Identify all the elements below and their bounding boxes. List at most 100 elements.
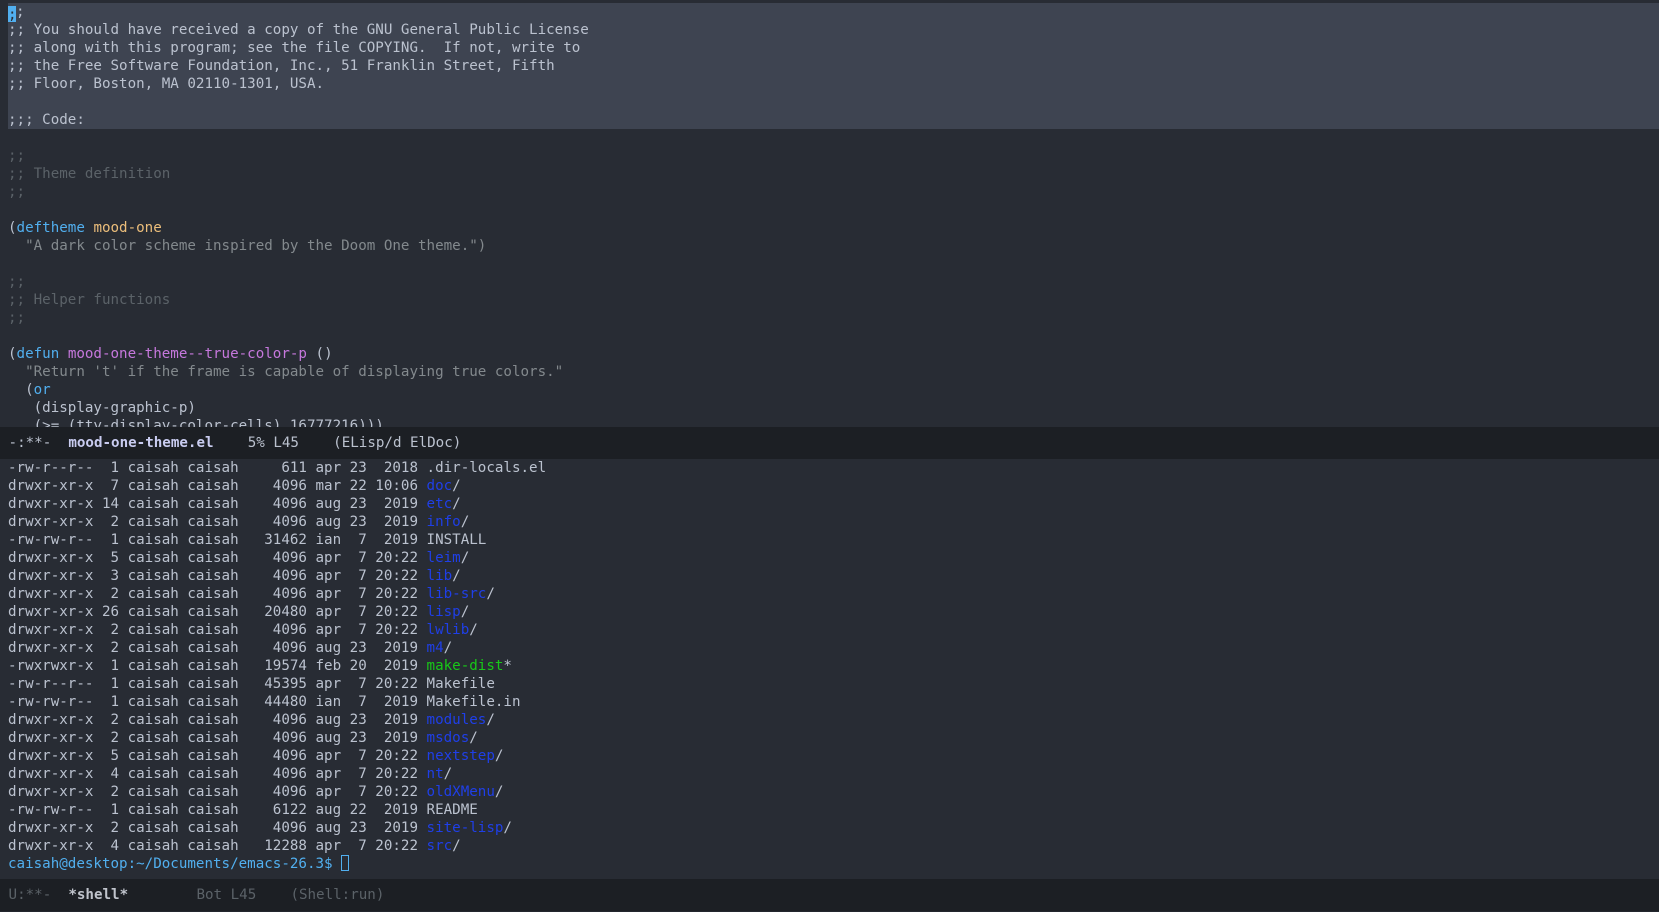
- file-type-suffix: /: [452, 568, 461, 584]
- code-line: ;;: [8, 4, 25, 23]
- modeline-buffer-name[interactable]: mood-one-theme.el: [68, 435, 213, 451]
- listing-row: drwxr-xr-x 2 caisah caisah 4096 aug 23 2…: [8, 711, 546, 729]
- listing-row: drwxr-xr-x 4 caisah caisah 4096 apr 7 20…: [8, 765, 546, 783]
- shell-prompt: caisah@desktop:~/Documents/emacs-26.3$: [8, 856, 342, 872]
- file-meta: drwxr-xr-x 14 caisah caisah 4096 aug 23 …: [8, 496, 427, 512]
- code-line: ;;: [8, 274, 26, 290]
- directory-name: lib-src: [426, 586, 487, 602]
- modeline-buffer-name[interactable]: *shell*: [68, 887, 128, 903]
- shell-window[interactable]: -rw-r--r-- 1 caisah caisah 611 apr 23 20…: [0, 459, 1659, 879]
- modeline-modes[interactable]: (Shell:run): [290, 887, 384, 903]
- code-line: "Return 't' if the frame is capable of d…: [8, 364, 564, 380]
- file-type-suffix: /: [486, 586, 495, 602]
- file-meta: drwxr-xr-x 7 caisah caisah 4096 mar 22 1…: [8, 478, 427, 494]
- listing-row: drwxr-xr-x 2 caisah caisah 4096 apr 7 20…: [8, 585, 546, 603]
- directory-name: msdos: [426, 730, 470, 746]
- code-line: (display-graphic-p): [8, 400, 196, 416]
- file-type-suffix: /: [460, 604, 470, 620]
- modeline-modes[interactable]: (ELisp/d ElDoc): [333, 435, 461, 451]
- file-meta: drwxr-xr-x 26 caisah caisah 20480 apr 7 …: [8, 604, 427, 620]
- file-meta: drwxr-xr-x 2 caisah caisah 4096 apr 7 20…: [8, 586, 427, 602]
- code-line: (or: [8, 382, 51, 398]
- directory-name: modules: [426, 712, 487, 728]
- file-meta: -rw-rw-r-- 1 caisah caisah 44480 ian 7 2…: [8, 694, 427, 710]
- listing-row: drwxr-xr-x 2 caisah caisah 4096 apr 7 20…: [8, 621, 546, 639]
- file-meta: drwxr-xr-x 2 caisah caisah 4096 aug 23 2…: [8, 640, 427, 656]
- code-line: "A dark color scheme inspired by the Doo…: [8, 238, 487, 254]
- listing-row: drwxr-xr-x 5 caisah caisah 4096 apr 7 20…: [8, 747, 546, 765]
- code-line: ;;: [8, 310, 26, 326]
- listing-row: -rwxrwxr-x 1 caisah caisah 19574 feb 20 …: [8, 657, 546, 675]
- listing-row: drwxr-xr-x 4 caisah caisah 12288 apr 7 2…: [8, 837, 546, 855]
- file-meta: drwxr-xr-x 4 caisah caisah 4096 apr 7 20…: [8, 766, 427, 782]
- region-lines: ;; You should have received a copy of th…: [8, 21, 1659, 129]
- code-line: ;;: [8, 148, 26, 164]
- file-meta: drwxr-xr-x 2 caisah caisah 4096 aug 23 2…: [8, 514, 427, 530]
- theme-name: mood-one: [93, 220, 162, 236]
- file-meta: -rw-rw-r-- 1 caisah caisah 6122 aug 22 2…: [8, 802, 427, 818]
- file-name: README: [426, 802, 478, 818]
- directory-name: oldXMenu: [426, 784, 495, 800]
- file-type-suffix: /: [469, 730, 478, 746]
- directory-name: etc: [426, 496, 453, 512]
- listing-row: drwxr-xr-x 26 caisah caisah 20480 apr 7 …: [8, 603, 546, 621]
- file-type-suffix: /: [452, 496, 461, 512]
- modeline-status: -:**-: [0, 435, 69, 451]
- directory-name: m4: [426, 640, 444, 656]
- file-name: INSTALL: [426, 532, 487, 548]
- file-type-suffix: /: [486, 712, 495, 728]
- directory-name: nt: [426, 766, 444, 782]
- code-line: (>= (tty-display-color-cells) 16777216))…: [8, 418, 384, 427]
- file-type-suffix: /: [443, 766, 453, 782]
- code-line: ;; the Free Software Foundation, Inc., 5…: [8, 58, 555, 74]
- keyword: defun: [16, 346, 60, 362]
- emacs-frame: ;; ;; You should have received a copy of…: [0, 0, 1659, 912]
- directory-name: lib: [426, 568, 453, 584]
- file-meta: drwxr-xr-x 2 caisah caisah 4096 apr 7 20…: [8, 784, 427, 800]
- function-name: mood-one-theme--true-color-p: [67, 346, 307, 362]
- listing-row: -rw-r--r-- 1 caisah caisah 611 apr 23 20…: [8, 459, 546, 477]
- editor-window[interactable]: ;; ;; You should have received a copy of…: [0, 0, 1659, 427]
- code-line: (deftheme mood-one: [8, 220, 162, 236]
- file-type-suffix: /: [460, 514, 470, 530]
- directory-name: site-lisp: [426, 820, 504, 836]
- file-meta: -rw-r--r-- 1 caisah caisah 611 apr 23 20…: [8, 460, 427, 476]
- shell-cursor[interactable]: [341, 855, 350, 871]
- listing-row: drwxr-xr-x 5 caisah caisah 4096 apr 7 20…: [8, 549, 546, 567]
- code-line: ;;; Code:: [8, 112, 85, 128]
- directory-name: doc: [426, 478, 453, 494]
- file-meta: -rw-r--r-- 1 caisah caisah 45395 apr 7 2…: [8, 676, 427, 692]
- shell-modeline[interactable]: U:**- *shell* Bot L45 (Shell:run): [0, 879, 1659, 911]
- file-meta: drwxr-xr-x 2 caisah caisah 4096 aug 23 2…: [8, 712, 427, 728]
- editor-modeline[interactable]: -:**- mood-one-theme.el 5% L45 (ELisp/d …: [0, 427, 1659, 459]
- directory-name: leim: [426, 550, 461, 566]
- listing-row: -rw-rw-r-- 1 caisah caisah 44480 ian 7 2…: [8, 693, 546, 711]
- text-cursor: ;: [8, 6, 17, 23]
- modeline-position: Bot L45: [128, 887, 291, 903]
- prompt-line[interactable]: caisah@desktop:~/Documents/emacs-26.3$: [8, 855, 546, 873]
- file-meta: drwxr-xr-x 5 caisah caisah 4096 apr 7 20…: [8, 550, 427, 566]
- code-buffer[interactable]: ;; ;; You should have received a copy of…: [8, 3, 1659, 427]
- listing-row: drwxr-xr-x 2 caisah caisah 4096 aug 23 2…: [8, 729, 546, 747]
- keyword: deftheme: [16, 220, 85, 236]
- file-meta: -rwxrwxr-x 1 caisah caisah 19574 feb 20 …: [8, 658, 427, 674]
- keyword: or: [33, 382, 51, 398]
- file-type-suffix: /: [452, 838, 461, 854]
- file-meta: drwxr-xr-x 5 caisah caisah 4096 apr 7 20…: [8, 748, 427, 764]
- listing-row: drwxr-xr-x 2 caisah caisah 4096 aug 23 2…: [8, 819, 546, 837]
- code-line: ;;: [8, 184, 26, 200]
- file-type-suffix: /: [469, 622, 478, 638]
- file-meta: drwxr-xr-x 2 caisah caisah 4096 apr 7 20…: [8, 622, 427, 638]
- modeline-status: U:**-: [0, 887, 69, 903]
- directory-name: src: [426, 838, 453, 854]
- listing-row: drwxr-xr-x 2 caisah caisah 4096 apr 7 20…: [8, 783, 546, 801]
- shell-output[interactable]: -rw-r--r-- 1 caisah caisah 611 apr 23 20…: [8, 459, 546, 873]
- file-name: .dir-locals.el: [426, 460, 547, 476]
- code-line: (defun mood-one-theme--true-color-p (): [8, 346, 333, 362]
- listing-row: -rw-r--r-- 1 caisah caisah 45395 apr 7 2…: [8, 675, 546, 693]
- directory-name: lisp: [426, 604, 461, 620]
- file-type-suffix: /: [452, 478, 461, 494]
